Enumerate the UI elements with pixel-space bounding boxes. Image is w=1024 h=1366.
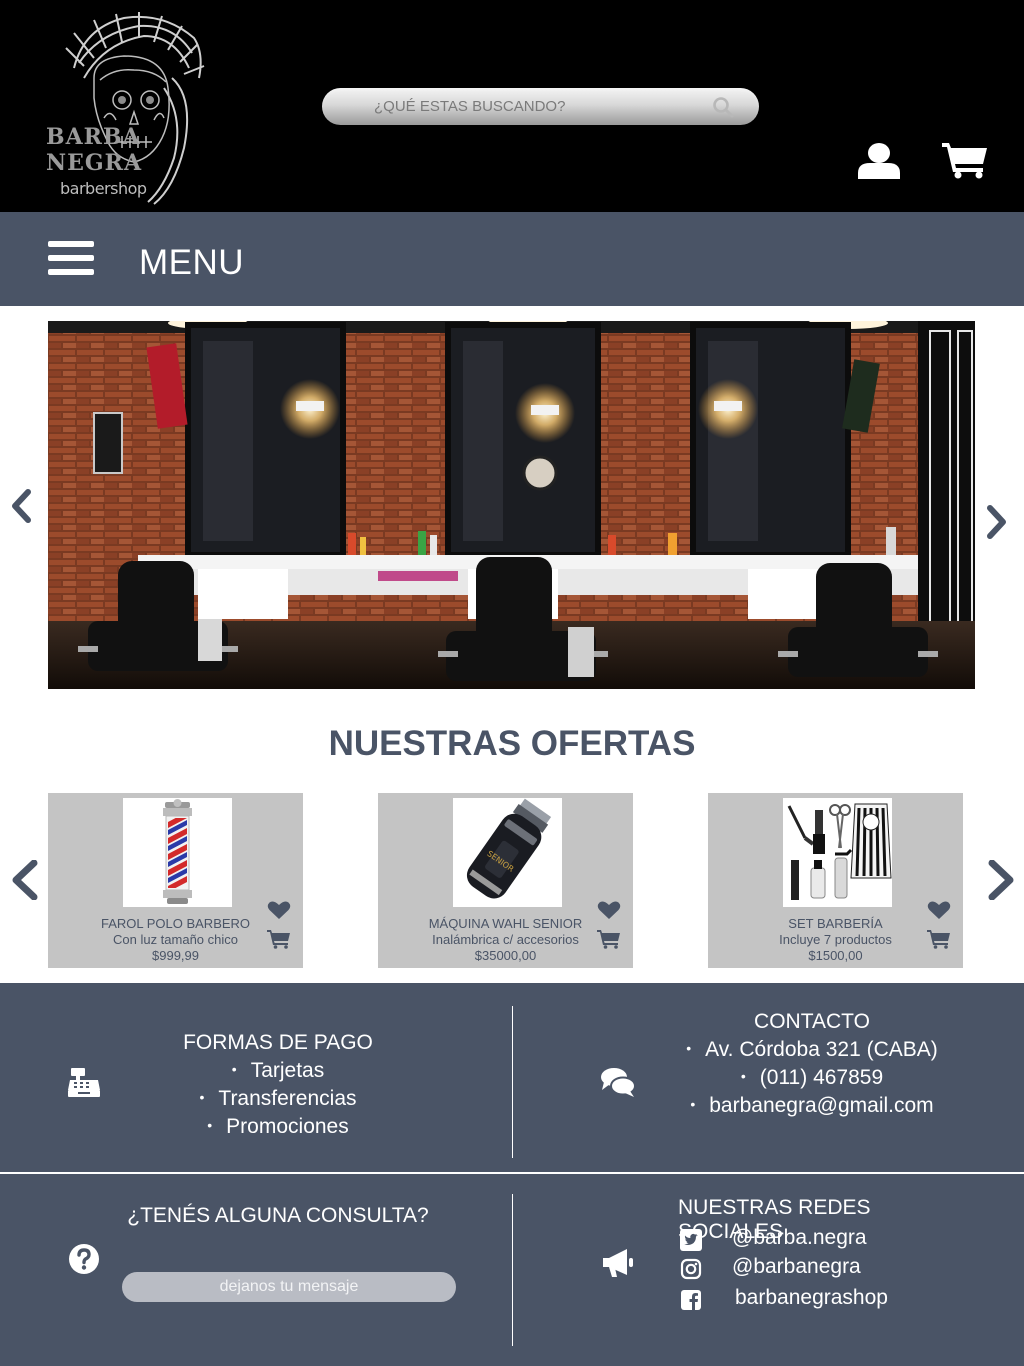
message-input[interactable] <box>122 1272 456 1302</box>
product-description: Con luz tamaño chico <box>112 932 238 947</box>
product-card[interactable]: SENIOR MÁQUINA WAHL SENIOR Inalámbrica c… <box>378 793 633 968</box>
product-name: FAROL POLO BARBERO <box>100 916 251 931</box>
chevron-right-icon[interactable] <box>984 505 1010 539</box>
barber-set-icon <box>787 803 892 900</box>
chevron-left-icon[interactable] <box>8 489 34 523</box>
logo-line-barba: BARBA <box>46 124 141 150</box>
barber-pole-icon <box>163 799 192 904</box>
contacto-address: Av. Córdoba 321 (CABA) <box>664 1035 960 1063</box>
product-image-barber-set <box>783 798 892 907</box>
barba-negra-logo[interactable]: BARBA NEGRA barbershop <box>44 8 212 206</box>
pago-list: Tarjetas Transferencias Promociones <box>120 1056 436 1140</box>
pago-item: Tarjetas <box>120 1056 436 1084</box>
product-price: $35000,00 <box>474 948 537 963</box>
contacto-title: CONTACTO <box>754 1010 870 1033</box>
product-description: Inalámbrica c/ accesorios <box>432 932 579 947</box>
hamburger-icon[interactable] <box>48 241 94 275</box>
contacto-email[interactable]: barbanegra@gmail.com <box>664 1091 960 1119</box>
product-card[interactable]: FAROL POLO BARBERO Con luz tamaño chico … <box>48 793 303 968</box>
question-circle-icon <box>69 1244 99 1274</box>
pago-title: FORMAS DE PAGO <box>183 1031 373 1054</box>
social-instagram[interactable]: @barbanegra <box>680 1255 980 1281</box>
ofertas-title: NUESTRAS OFERTAS <box>328 724 696 763</box>
social-facebook-label[interactable]: barbanegrashop <box>735 1286 888 1310</box>
chat-bubbles-icon <box>601 1068 636 1097</box>
menu-label[interactable]: MENU <box>139 243 244 283</box>
product-name: SET BARBERÍA <box>788 916 883 931</box>
cash-register-icon <box>68 1068 100 1097</box>
chevron-left-icon[interactable] <box>8 860 42 900</box>
facebook-icon <box>681 1290 701 1310</box>
megaphone-icon <box>603 1249 633 1277</box>
product-image-barber-pole <box>123 798 232 907</box>
pago-item: Promociones <box>120 1112 436 1140</box>
hero-banner-image <box>48 321 975 689</box>
cart-icon[interactable] <box>941 141 989 179</box>
contacto-phone[interactable]: (011) 467859 <box>664 1063 960 1091</box>
twitter-icon <box>680 1229 702 1251</box>
social-twitter[interactable]: @barba.negra <box>680 1226 980 1252</box>
contacto-list: Av. Córdoba 321 (CABA) (011) 467859 barb… <box>664 1035 960 1119</box>
skull-mohawk-logo-icon <box>65 12 205 205</box>
logo-subtitle: barbershop <box>60 179 147 198</box>
product-image-clipper: SENIOR <box>453 798 562 907</box>
pago-item: Transferencias <box>120 1084 436 1112</box>
logo-wordmark: BARBA NEGRA <box>46 124 142 176</box>
social-instagram-label[interactable]: @barbanegra <box>732 1255 861 1279</box>
add-to-cart-icon[interactable] <box>927 929 951 949</box>
add-to-cart-icon[interactable] <box>267 929 291 949</box>
search-input[interactable] <box>374 94 694 118</box>
product-price: $999,99 <box>152 948 199 963</box>
consulta-title: ¿TENÉS ALGUNA CONSULTA? <box>127 1204 429 1227</box>
site-header: BARBA NEGRA barbershop <box>0 0 1024 212</box>
search-icon[interactable] <box>711 95 735 119</box>
heart-icon[interactable] <box>927 900 951 920</box>
footer-divider-vertical <box>512 1194 513 1346</box>
logo-line-negra: NEGRA <box>46 150 143 176</box>
product-card[interactable]: SET BARBERÍA Incluye 7 productos $1500,0… <box>708 793 963 968</box>
search-bar[interactable] <box>322 88 759 125</box>
chevron-right-icon[interactable] <box>984 860 1018 900</box>
heart-icon[interactable] <box>267 900 291 920</box>
product-price: $1500,00 <box>808 948 863 963</box>
social-facebook[interactable]: barbanegrashop <box>680 1286 980 1312</box>
hair-clipper-icon: SENIOR <box>466 798 552 899</box>
instagram-icon <box>680 1258 702 1280</box>
product-description: Incluye 7 productos <box>779 932 892 947</box>
user-icon[interactable] <box>856 141 902 179</box>
footer-divider-horizontal <box>0 1172 1024 1174</box>
barbershop-interior-image <box>48 321 975 689</box>
product-name: MÁQUINA WAHL SENIOR <box>428 916 583 931</box>
footer-divider-vertical <box>512 1006 513 1158</box>
heart-icon[interactable] <box>597 900 621 920</box>
add-to-cart-icon[interactable] <box>597 929 621 949</box>
social-twitter-label[interactable]: @barba.negra <box>732 1226 867 1250</box>
